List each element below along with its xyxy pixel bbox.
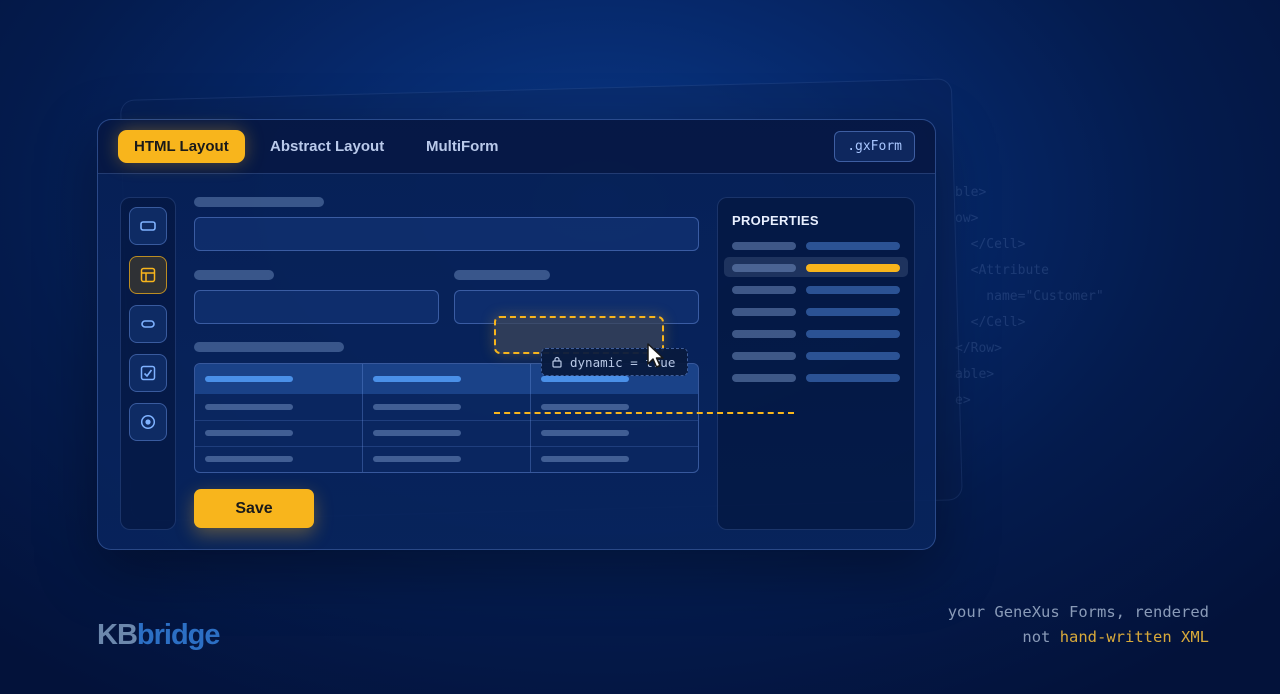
drag-tooltip-chip: dynamic = true bbox=[541, 348, 689, 376]
properties-panel: PROPERTIES bbox=[717, 197, 915, 530]
tool-layout-table[interactable] bbox=[129, 256, 167, 294]
properties-title: PROPERTIES bbox=[732, 213, 819, 228]
drop-indicator-line bbox=[494, 412, 794, 414]
file-type-badge: .gxForm bbox=[834, 131, 915, 162]
grid-cell bbox=[541, 430, 629, 436]
field-label-placeholder bbox=[194, 270, 274, 280]
layout-table-icon bbox=[140, 267, 156, 283]
form-editor-window: HTML Layout Abstract Layout MultiForm .g… bbox=[97, 119, 936, 550]
grid-column-divider bbox=[362, 364, 363, 472]
checkbox-icon bbox=[140, 365, 156, 381]
tab-html-layout[interactable]: HTML Layout bbox=[118, 130, 245, 163]
grid-cell bbox=[205, 404, 293, 410]
tool-radio[interactable] bbox=[129, 403, 167, 441]
grid-cell bbox=[541, 456, 629, 462]
save-button[interactable]: Save bbox=[194, 489, 314, 528]
grid-header-cell bbox=[541, 376, 629, 382]
grid-cell bbox=[541, 404, 629, 410]
lock-icon bbox=[552, 356, 562, 368]
tagline-line-1: your GeneXus Forms, rendered bbox=[947, 603, 1209, 621]
grid-cell bbox=[373, 456, 461, 462]
radio-icon bbox=[140, 414, 156, 430]
mouse-pointer-icon bbox=[647, 343, 664, 368]
tab-multiform[interactable]: MultiForm bbox=[426, 130, 499, 163]
text-field-left[interactable] bbox=[194, 290, 439, 324]
grid-cell bbox=[373, 404, 461, 410]
grid-header-cell bbox=[373, 376, 461, 382]
property-row[interactable] bbox=[732, 352, 900, 360]
grid-cell bbox=[373, 430, 461, 436]
tab-abstract-layout[interactable]: Abstract Layout bbox=[270, 130, 384, 163]
tagline: your GeneXus Forms, rendered not hand-wr… bbox=[948, 600, 1209, 650]
toolbox bbox=[120, 197, 176, 530]
grid-column-divider bbox=[530, 364, 531, 472]
textbox-icon bbox=[140, 221, 156, 231]
field-label-placeholder bbox=[454, 270, 550, 280]
property-row[interactable] bbox=[732, 286, 900, 294]
tab-bar: HTML Layout Abstract Layout MultiForm .g… bbox=[98, 120, 935, 174]
data-grid[interactable] bbox=[194, 363, 699, 473]
text-field-full[interactable] bbox=[194, 217, 699, 251]
grid-row-divider bbox=[195, 446, 698, 447]
grid-header-cell bbox=[205, 376, 293, 382]
button-icon bbox=[141, 320, 155, 328]
property-row-selected[interactable] bbox=[732, 264, 900, 272]
grid-cell bbox=[205, 456, 293, 462]
grid-row-divider bbox=[195, 420, 698, 421]
property-row[interactable] bbox=[732, 308, 900, 316]
tagline-line-2: not hand-written XML bbox=[1022, 628, 1209, 646]
grid-cell bbox=[205, 430, 293, 436]
tool-button[interactable] bbox=[129, 305, 167, 343]
grid-label-placeholder bbox=[194, 342, 344, 352]
background-code: ble> ow> </Cell> <Attribute name="Custom… bbox=[955, 185, 1104, 408]
field-label-placeholder bbox=[194, 197, 324, 207]
kbbridge-logo: KBbridge bbox=[97, 619, 221, 651]
tool-textbox[interactable] bbox=[129, 207, 167, 245]
property-row[interactable] bbox=[732, 330, 900, 338]
tool-checkbox[interactable] bbox=[129, 354, 167, 392]
property-row[interactable] bbox=[732, 242, 900, 250]
property-row[interactable] bbox=[732, 374, 900, 382]
